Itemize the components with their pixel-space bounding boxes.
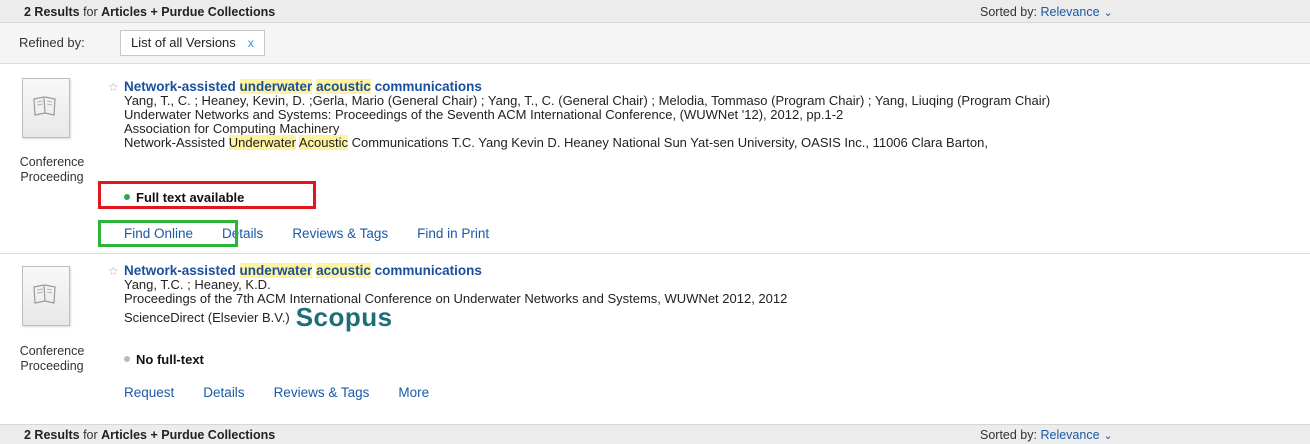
record-actions: Request Details Reviews & Tags More (124, 385, 458, 400)
record-details: Network-assisted underwater acoustic com… (124, 79, 1304, 150)
status-dot-icon (124, 356, 130, 362)
request-link[interactable]: Request (124, 385, 174, 400)
record-source: Underwater Networks and Systems: Proceed… (124, 107, 844, 122)
record-type: Conference Proceeding (19, 344, 85, 373)
results-summary-bar-bottom: 2 Results for Articles + Purdue Collecti… (0, 424, 1310, 444)
record-title[interactable]: Network-assisted underwater acoustic com… (124, 79, 1304, 94)
availability-status: No full-text (124, 352, 204, 367)
find-in-print-link[interactable]: Find in Print (417, 226, 489, 241)
remove-refinement-icon[interactable]: x (248, 36, 254, 50)
book-icon (22, 78, 70, 138)
record-authors: Yang, T., C. ; Heaney, Kevin, D. ;Gerla,… (124, 93, 1051, 108)
chevron-down-icon: ⌄ (1103, 7, 1113, 19)
refinement-chip-label: List of all Versions (131, 35, 236, 50)
result-record: Conference Proceeding ☆ Network-assisted… (0, 256, 1310, 416)
results-count: 2 Results for Articles + Purdue Collecti… (24, 5, 276, 19)
record-publisher: Association for Computing Machinery (124, 121, 340, 136)
record-authors: Yang, T.C. ; Heaney, K.D. (124, 277, 271, 292)
annotation-red-box (98, 181, 316, 209)
results-summary-bar-top: 2 Results for Articles + Purdue Collecti… (0, 0, 1310, 23)
sort-control[interactable]: Sorted by: Relevance ⌄ (980, 428, 1113, 442)
sort-control[interactable]: Sorted by: Relevance ⌄ (980, 5, 1113, 19)
book-icon (22, 266, 70, 326)
more-link[interactable]: More (398, 385, 429, 400)
star-outline-icon[interactable]: ☆ (108, 264, 119, 278)
refinement-chip: List of all Versions x (120, 30, 265, 56)
refine-bar: Refined by: List of all Versions x (0, 23, 1310, 64)
record-type: Conference Proceeding (19, 155, 85, 184)
star-outline-icon[interactable]: ☆ (108, 80, 119, 94)
record-snippet: Network-Assisted Underwater Acoustic Com… (124, 135, 988, 150)
chevron-down-icon: ⌄ (1103, 430, 1113, 442)
results-count: 2 Results for Articles + Purdue Collecti… (24, 428, 276, 442)
record-title[interactable]: Network-assisted underwater acoustic com… (124, 263, 1304, 278)
annotation-green-box (98, 220, 238, 247)
reviews-tags-link[interactable]: Reviews & Tags (292, 226, 388, 241)
refined-by-label: Refined by: (19, 35, 85, 50)
scopus-logo: Scopus (295, 302, 393, 332)
record-publisher: ScienceDirect (Elsevier B.V.) Scopus (124, 302, 393, 332)
details-link[interactable]: Details (203, 385, 244, 400)
reviews-tags-link[interactable]: Reviews & Tags (274, 385, 370, 400)
record-details: Network-assisted underwater acoustic com… (124, 263, 1304, 332)
